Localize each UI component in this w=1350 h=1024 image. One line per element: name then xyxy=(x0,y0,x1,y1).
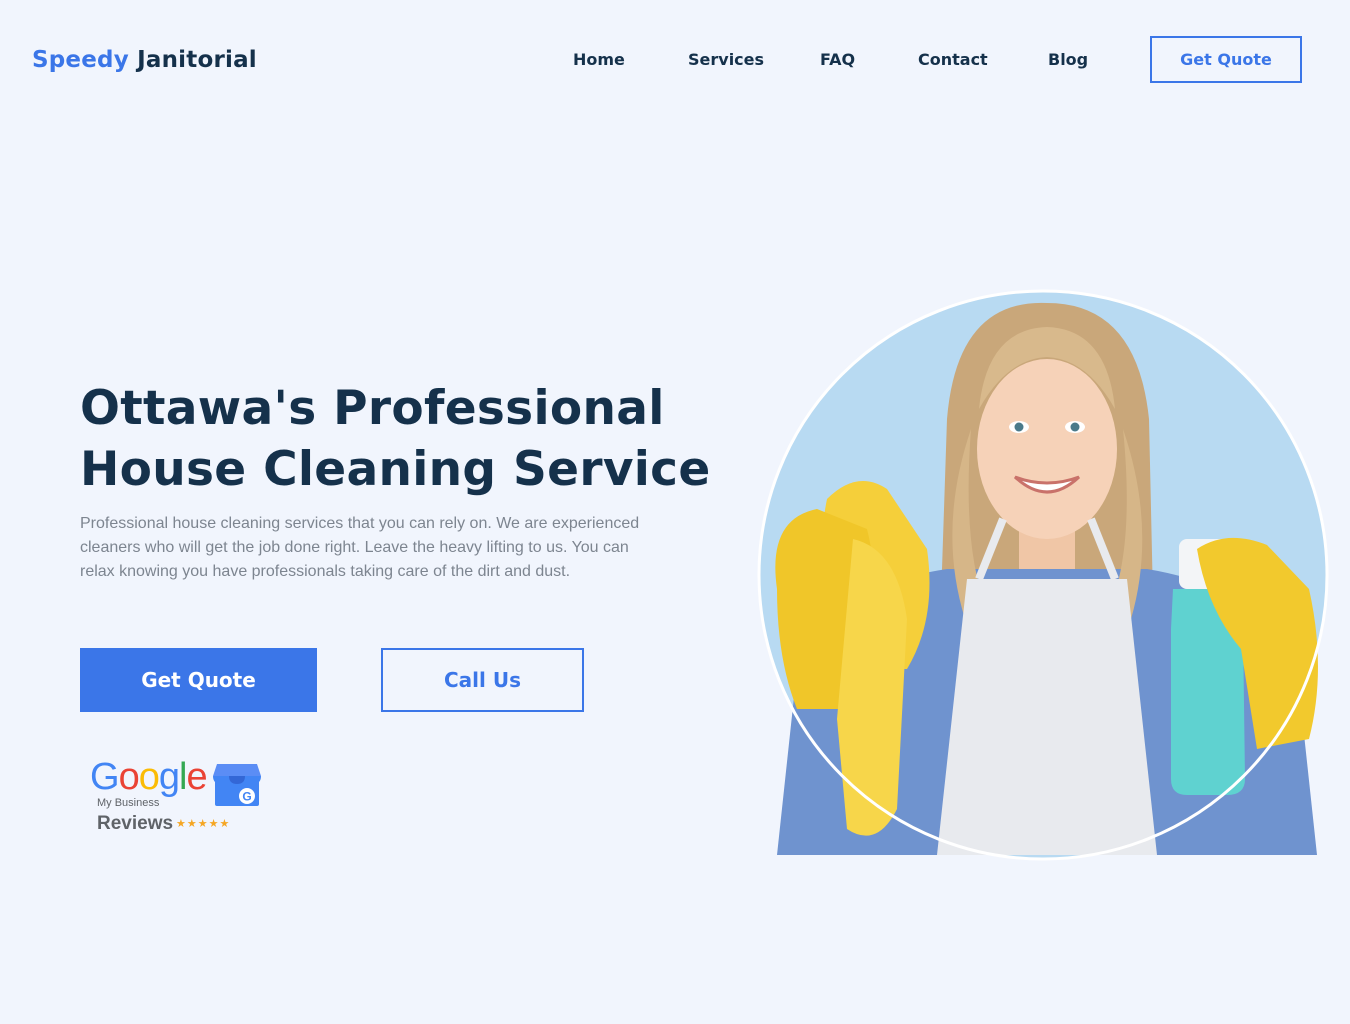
google-reviews-badge[interactable]: Google My Business G Reviews ★★★★★ xyxy=(88,756,268,836)
nav-home[interactable]: Home xyxy=(573,50,625,69)
site-logo[interactable]: Speedy Janitorial xyxy=(32,47,257,73)
google-wordmark: Google xyxy=(90,756,208,798)
store-letter: G xyxy=(242,790,251,804)
cleaner-photo xyxy=(757,289,1329,861)
nav-blog[interactable]: Blog xyxy=(1048,50,1088,69)
nav-services[interactable]: Services xyxy=(688,50,764,69)
reviews-label: Reviews xyxy=(97,813,174,834)
header-get-quote-button[interactable]: Get Quote xyxy=(1150,36,1302,83)
nav-contact[interactable]: Contact xyxy=(918,50,988,69)
hero-title: Ottawa's Professional House Cleaning Ser… xyxy=(80,378,720,500)
face-shape xyxy=(977,359,1117,539)
get-quote-button[interactable]: Get Quote xyxy=(80,648,317,712)
nav-faq[interactable]: FAQ xyxy=(820,50,855,69)
hero-title-line1: Ottawa's Professional xyxy=(80,381,665,436)
logo-janitorial: Janitorial xyxy=(137,47,257,73)
logo-speedy: Speedy xyxy=(32,47,129,73)
apron-shape xyxy=(937,579,1157,855)
my-business-label: My Business xyxy=(97,797,160,809)
rating-stars: ★★★★★ xyxy=(176,817,231,830)
hero-description: Professional house cleaning services tha… xyxy=(80,515,640,580)
storefront-icon: G xyxy=(213,764,261,806)
hero-title-line2: House Cleaning Service xyxy=(80,442,711,497)
call-us-button[interactable]: Call Us xyxy=(381,648,584,712)
